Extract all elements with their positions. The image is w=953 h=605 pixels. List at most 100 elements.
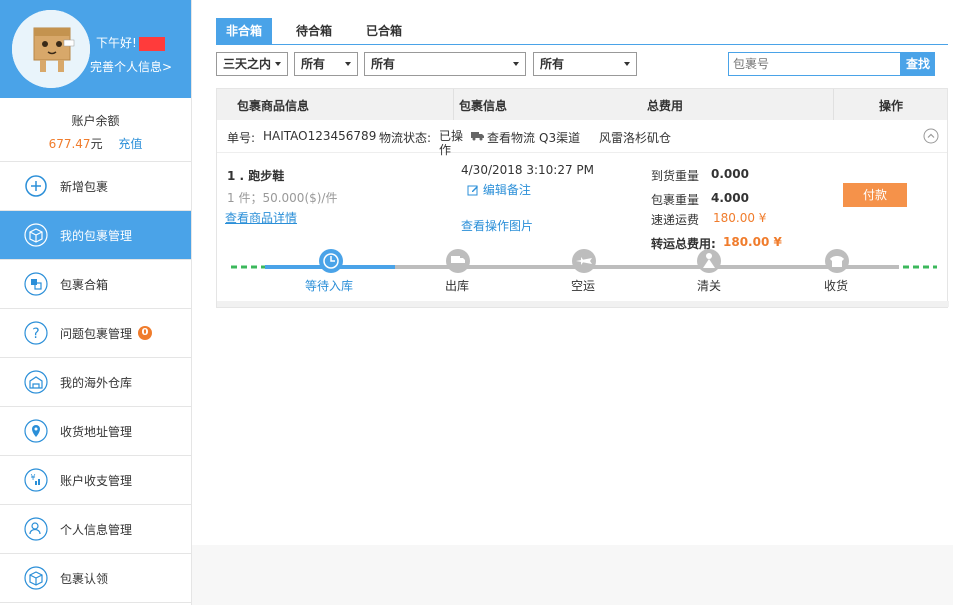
complete-info-link[interactable]: 完善个人信息> — [90, 58, 172, 75]
page-bottom-band — [192, 545, 953, 605]
svg-text:?: ? — [32, 326, 39, 342]
filter-select-4[interactable]: 所有 — [533, 52, 637, 76]
user-profile-icon — [24, 517, 48, 541]
tab-bar: 非合箱 待合箱 已合箱 — [216, 18, 948, 45]
plus-circle-icon — [24, 174, 48, 198]
sidebar-item-profile[interactable]: 个人信息管理 — [0, 505, 191, 554]
profile-header: 下午好! 完善个人信息> — [0, 0, 191, 98]
filter-2-value: 所有 — [301, 57, 326, 71]
problem-count-badge: 0 — [138, 326, 153, 340]
edit-note-label: 编辑备注 — [482, 183, 531, 197]
sidebar-item-my-packages[interactable]: 我的包裹管理 — [0, 211, 191, 260]
view-logistics-link[interactable]: 查看物流 — [487, 129, 535, 146]
truck-icon — [471, 130, 485, 144]
location-pin-icon — [24, 419, 48, 443]
svg-text:¥: ¥ — [30, 473, 35, 482]
header-actions: 操作 — [879, 99, 904, 113]
sidebar-item-finance[interactable]: ¥ 账户收支管理 — [0, 456, 191, 505]
order-number: HAITAO123456789 — [263, 129, 377, 143]
time-filter-value: 三天之内 — [223, 57, 272, 71]
filter-4-value: 所有 — [540, 57, 565, 71]
sidebar-item-address[interactable]: 收货地址管理 — [0, 407, 191, 456]
clock-icon — [319, 249, 343, 273]
claim-package-icon — [24, 566, 48, 590]
recharge-link[interactable]: 充值 — [118, 137, 142, 151]
tab-non-merged[interactable]: 非合箱 — [216, 18, 273, 44]
view-goods-details-link[interactable]: 查看商品详情 — [225, 209, 297, 226]
chevron-down-icon — [275, 62, 281, 66]
collapse-chevron-icon[interactable] — [923, 128, 939, 144]
step-waiting-warehouse: 等待入库 — [305, 279, 354, 293]
arrival-weight: 0.000 — [711, 167, 749, 181]
balance-title: 账户余额 — [71, 114, 120, 128]
header-goods-info: 包裹商品信息 — [237, 99, 310, 113]
sidebar-item-label: 我的包裹管理 — [60, 228, 133, 243]
question-icon: ? — [24, 321, 48, 345]
order-number-label: 单号: — [227, 131, 256, 145]
sidebar-item-label: 收货地址管理 — [60, 424, 133, 439]
sidebar-item-label: 我的海外仓库 — [60, 375, 133, 390]
phone-icon — [825, 249, 849, 273]
greeting-text: 下午好! — [96, 36, 137, 50]
username-redacted — [138, 36, 165, 51]
warehouse-name: 风雷洛杉矶仓 — [599, 131, 672, 145]
package-box-icon — [24, 223, 48, 247]
shipping-channel: Q3渠道 — [539, 131, 581, 145]
sidebar-item-label: 账户收支管理 — [60, 473, 133, 488]
logistics-status-label: 物流状态: — [379, 131, 432, 145]
avatar[interactable] — [12, 10, 90, 88]
filter-3-value: 所有 — [371, 57, 396, 71]
time-filter-select[interactable]: 三天之内 — [216, 52, 288, 76]
sidebar-item-label: 问题包裹管理 — [60, 326, 133, 341]
header-divider — [833, 89, 834, 120]
header-divider — [453, 89, 454, 120]
step-customs: 清关 — [697, 279, 722, 293]
express-fee: 180.00 ¥ — [713, 211, 767, 225]
balance-panel: 账户余额 677.47元 充值 — [0, 98, 191, 162]
sidebar-item-label: 新增包裹 — [60, 179, 109, 194]
express-fee-label: 速递运费 — [651, 213, 700, 227]
finance-icon: ¥ — [24, 468, 48, 492]
balance-unit: 元 — [90, 137, 103, 151]
sidebar-item-overseas-warehouse[interactable]: 我的海外仓库 — [0, 358, 191, 407]
chevron-down-icon — [345, 62, 351, 66]
sidebar: 下午好! 完善个人信息> 账户余额 677.47元 充值 新增包裹 我的包裹管理… — [0, 0, 192, 605]
step-air-freight: 空运 — [571, 279, 596, 293]
arrival-weight-label: 到货重量 — [651, 169, 700, 183]
progress-tracker: 等待入库 出库 空运 清关 收货 — [217, 239, 949, 299]
balance-amount: 677.47 — [48, 137, 91, 151]
merge-boxes-icon — [24, 272, 48, 296]
edit-icon — [467, 185, 478, 196]
airplane-icon — [572, 249, 596, 273]
truck-icon — [446, 249, 470, 273]
tab-pending-merge[interactable]: 待合箱 — [286, 18, 342, 44]
package-table: 包裹商品信息 包裹信息 总费用 操作 单号: HAITAO123456789 物… — [216, 88, 949, 308]
item-qty-price: 1 件；50.000($)/件 — [227, 191, 338, 205]
package-weight: 4.000 — [711, 191, 749, 205]
sidebar-item-label: 包裹合箱 — [60, 277, 109, 292]
view-photos-link[interactable]: 查看操作图片 — [461, 217, 533, 234]
edit-note-link[interactable]: 编辑备注 — [467, 181, 531, 198]
sidebar-item-problem-packages[interactable]: ? 问题包裹管理 0 — [0, 309, 191, 358]
table-header: 包裹商品信息 包裹信息 总费用 操作 — [217, 89, 947, 120]
greeting: 下午好! — [96, 34, 165, 51]
chevron-down-icon — [624, 62, 630, 66]
customs-icon — [697, 249, 721, 273]
sidebar-item-merge-packages[interactable]: 包裹合箱 — [0, 260, 191, 309]
search-button[interactable]: 查找 — [901, 52, 935, 76]
main-content: 非合箱 待合箱 已合箱 三天之内 所有 所有 所有 查找 包裹商品信息 包裹信息… — [192, 0, 953, 545]
chevron-down-icon — [513, 62, 519, 66]
sidebar-item-add-package[interactable]: 新增包裹 — [0, 162, 191, 211]
header-total-fee: 总费用 — [647, 99, 684, 113]
order-summary-row: 单号: HAITAO123456789 物流状态: 已操作 查看物流 Q3渠道 … — [217, 120, 947, 157]
search-input[interactable] — [728, 52, 901, 76]
sidebar-item-claim[interactable]: 包裹认领 — [0, 554, 191, 603]
tab-merged[interactable]: 已合箱 — [356, 18, 412, 44]
header-package-info: 包裹信息 — [459, 99, 508, 113]
step-outbound: 出库 — [445, 279, 470, 293]
pay-button[interactable]: 付款 — [843, 183, 907, 207]
filter-select-2[interactable]: 所有 — [294, 52, 358, 76]
filter-select-3[interactable]: 所有 — [364, 52, 526, 76]
package-weight-label: 包裹重量 — [651, 193, 700, 207]
step-received: 收货 — [824, 279, 849, 293]
